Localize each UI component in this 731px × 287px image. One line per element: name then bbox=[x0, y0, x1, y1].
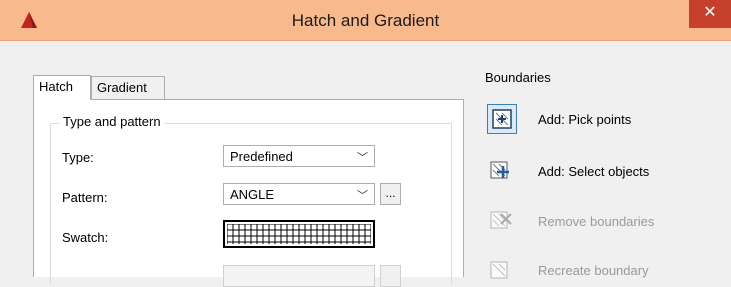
tab-hatch[interactable]: Hatch bbox=[33, 75, 91, 100]
hatch-swatch-preview[interactable] bbox=[223, 220, 375, 248]
type-dropdown[interactable]: Predefined ﹀ bbox=[223, 145, 375, 167]
pick-points-icon bbox=[492, 109, 512, 129]
recreate-boundary-button bbox=[487, 256, 517, 286]
swatch-label: Swatch: bbox=[62, 230, 109, 245]
type-label: Type: bbox=[62, 150, 94, 165]
pattern-dropdown[interactable]: ANGLE ﹀ bbox=[223, 183, 375, 205]
pattern-value: ANGLE bbox=[230, 187, 275, 202]
pattern-label: Pattern: bbox=[62, 190, 108, 205]
select-objects-icon bbox=[490, 161, 509, 179]
remove-boundaries-icon bbox=[490, 211, 512, 229]
pattern-browse-button[interactable]: ... bbox=[380, 183, 401, 205]
remove-boundaries-button bbox=[487, 206, 517, 236]
remove-boundaries-label: Remove boundaries bbox=[538, 214, 655, 229]
chevron-down-icon: ﹀ bbox=[357, 152, 368, 164]
pick-points-button[interactable] bbox=[487, 104, 517, 134]
recreate-boundary-icon bbox=[490, 261, 508, 279]
window-title: Hatch and Gradient bbox=[291, 11, 440, 30]
select-objects-label[interactable]: Add: Select objects bbox=[538, 164, 649, 179]
custom-pattern-browse-button bbox=[380, 265, 401, 287]
tab-gradient[interactable]: Gradient bbox=[91, 76, 165, 99]
type-value: Predefined bbox=[230, 149, 293, 164]
title-bar[interactable]: Hatch and Gradient ✕ bbox=[0, 0, 731, 41]
select-objects-button[interactable] bbox=[487, 156, 517, 186]
chevron-down-icon: ﹀ bbox=[357, 190, 368, 202]
type-and-pattern-label: Type and pattern bbox=[60, 114, 164, 129]
close-button[interactable]: ✕ bbox=[689, 0, 731, 28]
pick-points-label[interactable]: Add: Pick points bbox=[538, 112, 631, 127]
boundaries-label: Boundaries bbox=[485, 70, 551, 85]
custom-pattern-dropdown bbox=[223, 265, 375, 287]
